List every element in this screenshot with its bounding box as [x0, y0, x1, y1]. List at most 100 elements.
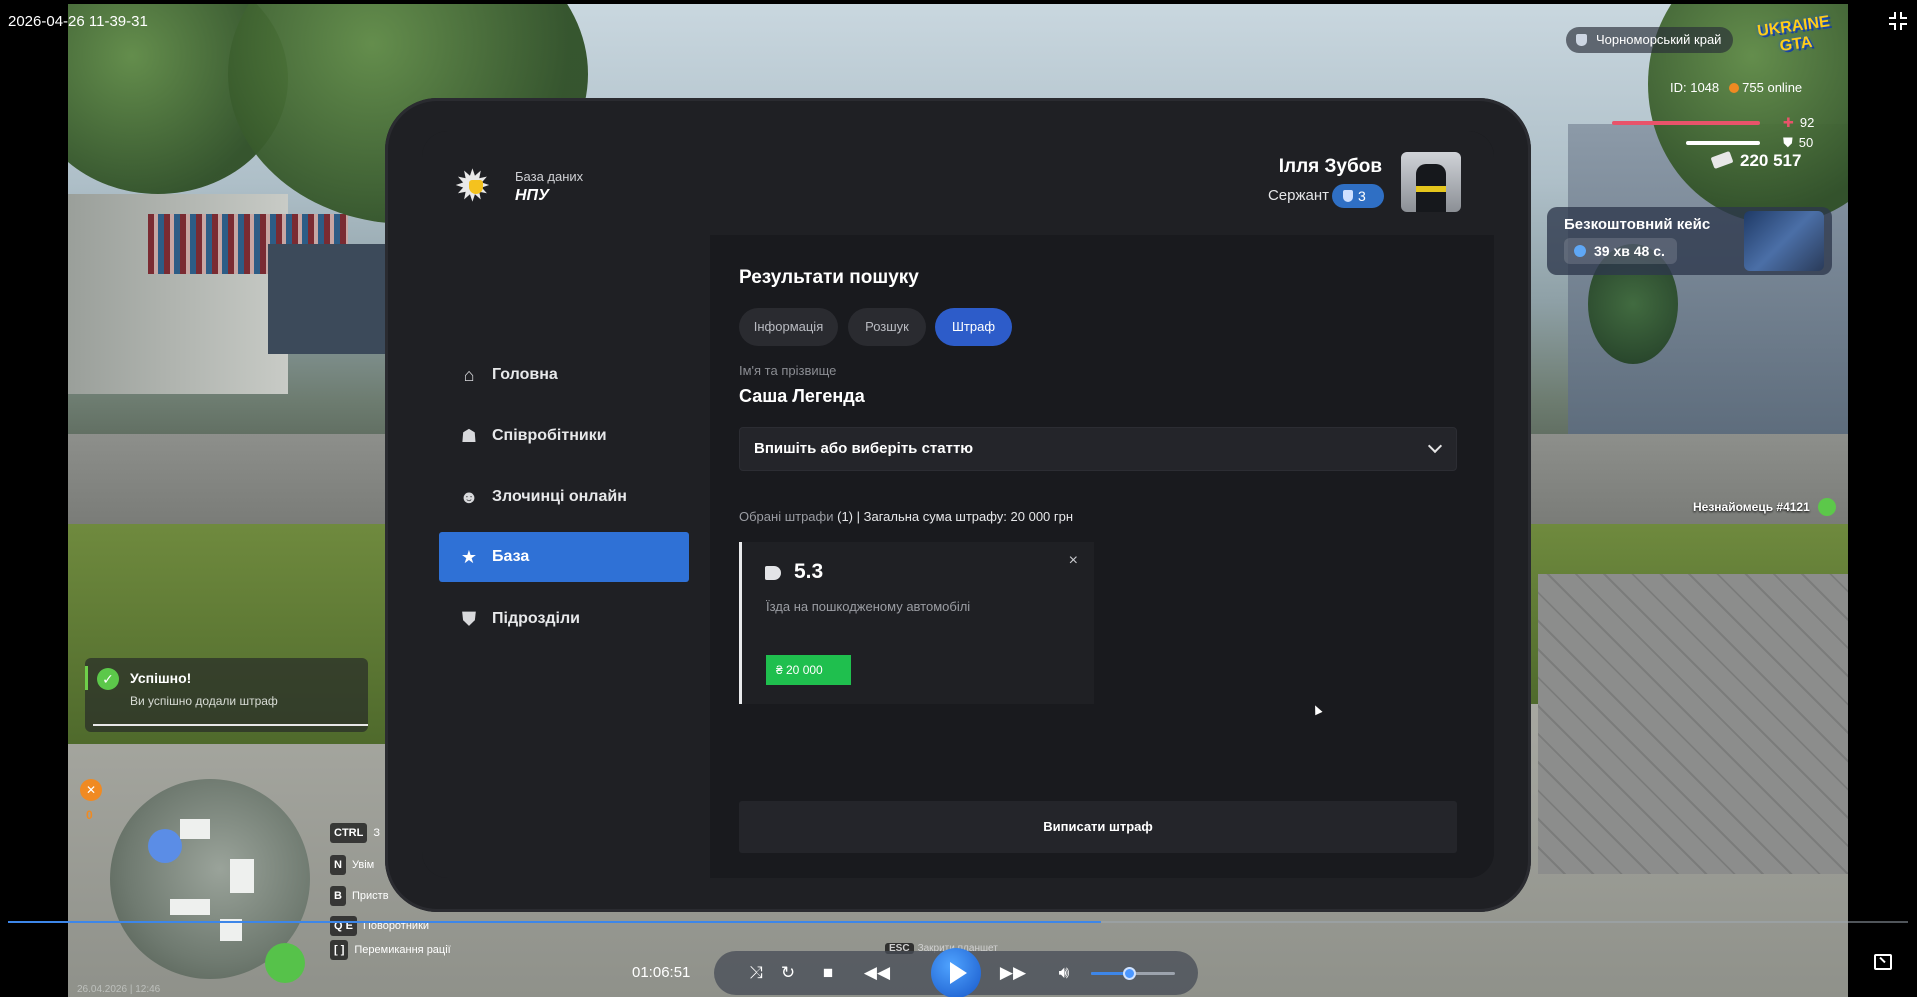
- fines-summary-prefix: Обрані штрафи: [739, 509, 834, 524]
- stop-icon[interactable]: ■: [814, 962, 842, 984]
- sidewalk: [1538, 574, 1848, 874]
- key-hint-text: Перемикання рації: [354, 944, 451, 956]
- user-header: Ілля Зубов Сержант 3: [710, 131, 1494, 235]
- tab-wanted[interactable]: Розшук: [848, 308, 926, 346]
- free-case-timer-text: 39 хв 48 с.: [1594, 243, 1665, 259]
- tab-information[interactable]: Інформація: [739, 308, 838, 346]
- user-name: Ілля Зубов: [1278, 156, 1382, 177]
- key-hint-text: Увім: [352, 859, 375, 871]
- sidebar: ✹ База даних НПУ ⌂Головна ☗Співробітники…: [422, 131, 710, 878]
- health-icon: ✚: [1783, 115, 1794, 130]
- article-select[interactable]: Впишіть або виберіть статтю: [739, 427, 1457, 471]
- tablet-screen: ✹ База даних НПУ ⌂Головна ☗Співробітники…: [422, 131, 1494, 878]
- nav-label: Співробітники: [492, 427, 607, 444]
- toast-stripe: [85, 666, 88, 690]
- nav-label: Злочинці онлайн: [492, 488, 627, 505]
- fine-card: 5.3 × Їзда на пошкодженому автомобілі ₴ …: [739, 542, 1094, 704]
- fine-amount: ₴ 20 000: [766, 655, 851, 685]
- toast-title: Успішно!: [130, 670, 192, 686]
- key-hint: CTRL З: [330, 823, 380, 843]
- coin-count: 0: [86, 808, 93, 822]
- main-content: Ілля Зубов Сержант 3 Результати пошуку І…: [710, 131, 1494, 878]
- key-label: [ ]: [330, 940, 349, 960]
- volume-icon[interactable]: 🔊︎: [1050, 962, 1078, 984]
- success-notification: ✓ Успішно! Ви успішно додали штраф: [85, 658, 368, 732]
- toast-progress: [93, 724, 368, 726]
- check-icon: ✓: [97, 668, 119, 690]
- chevron-down-icon: [1427, 438, 1443, 454]
- player-id: ID: 1048: [1670, 80, 1720, 95]
- key-hint: Q E Поворотники: [330, 916, 429, 936]
- fines-summary: Обрані штрафи (1) | Загальна сума штрафу…: [739, 509, 1073, 524]
- fast-forward-icon[interactable]: ▶▶: [996, 962, 1030, 984]
- key-label: B: [330, 886, 346, 906]
- armor-value: ⛊ 50: [1783, 135, 1813, 151]
- minimize-icon[interactable]: [1889, 12, 1907, 30]
- brand-line-2: НПУ: [515, 187, 549, 204]
- armor-number: 50: [1798, 135, 1814, 150]
- recording-timestamp: 2026-04-26 11-39-31: [8, 13, 148, 30]
- health-value: ✚ 92: [1783, 115, 1814, 131]
- toast-message: Ви успішно додали штраф: [130, 694, 278, 708]
- page-title: Результати пошуку: [739, 267, 919, 288]
- region-flag-icon: [1576, 34, 1587, 46]
- building-sign: [268, 244, 398, 354]
- play-button[interactable]: [931, 948, 981, 997]
- online-icon: [1729, 83, 1740, 93]
- nav-label: Підрозділи: [492, 610, 580, 627]
- volume-slider[interactable]: [1091, 967, 1175, 980]
- star-icon: ★: [460, 547, 478, 567]
- issue-fine-button[interactable]: Виписати штраф: [739, 801, 1457, 853]
- shuffle-icon[interactable]: ⤨: [742, 962, 770, 984]
- article-select-placeholder: Впишіть або виберіть статтю: [754, 440, 974, 457]
- tab-fine[interactable]: Штраф: [935, 308, 1012, 346]
- voice-chat-icon[interactable]: [265, 943, 305, 983]
- minimap-block: [230, 859, 254, 893]
- nav-item-units[interactable]: ⛊ Підрозділи: [439, 594, 689, 644]
- tag-icon: [765, 566, 781, 580]
- fine-article-code: 5.3: [794, 560, 824, 583]
- nav-item-criminals-online[interactable]: ☻ Злочинці онлайн: [439, 472, 689, 522]
- coin-icon: ✕: [80, 779, 102, 801]
- avatar: [1401, 152, 1461, 212]
- seek-bar[interactable]: [8, 921, 1908, 923]
- armor-icon: ⛊: [1783, 135, 1793, 150]
- key-hint-text: З: [373, 827, 380, 839]
- money-display: 220 517: [1710, 150, 1801, 171]
- users-icon: ☗: [460, 426, 478, 446]
- health-number: 92: [1799, 115, 1815, 130]
- minimap-block: [180, 819, 210, 839]
- nav-item-home[interactable]: ⌂ Головна: [439, 350, 689, 400]
- online-count: 755 online: [1742, 80, 1803, 95]
- armor-bar: [1686, 141, 1760, 145]
- brand-line-1: База даних: [515, 169, 584, 184]
- nav-label: Головна: [492, 366, 558, 383]
- key-label: Q E: [330, 916, 357, 936]
- minimap-water: [148, 829, 182, 863]
- fines-total: | Загальна сума штрафу: 20 000 грн: [856, 509, 1074, 524]
- close-icon[interactable]: ×: [1069, 552, 1078, 570]
- avatar-stripe: [1416, 186, 1446, 192]
- server-stats: ID: 1048 755 online: [1670, 80, 1802, 95]
- nav-label: База: [492, 548, 530, 565]
- rewind-icon[interactable]: ◀◀: [860, 962, 894, 984]
- nav-item-database[interactable]: ★ База: [439, 532, 689, 582]
- nav-item-employees[interactable]: ☗ Співробітники: [439, 411, 689, 461]
- key-hint: B Приств: [330, 886, 389, 906]
- minimap-block: [170, 899, 210, 915]
- fine-description: Їзда на пошкодженому автомобілі: [766, 599, 971, 614]
- nearby-player-name: Незнайомець #4121: [1693, 500, 1810, 514]
- volume-knob[interactable]: [1122, 967, 1136, 980]
- key-label: N: [330, 855, 346, 875]
- repeat-icon[interactable]: ↻: [774, 962, 802, 984]
- free-case-widget[interactable]: Безкоштовний кейс 39 хв 48 с.: [1547, 207, 1832, 275]
- fullscreen-icon[interactable]: [1874, 954, 1892, 970]
- name-label: Ім'я та прізвище: [739, 363, 837, 378]
- play-icon: [950, 962, 967, 984]
- home-icon: ⌂: [463, 365, 475, 385]
- nearby-player-label: Незнайомець #4121: [1693, 498, 1836, 516]
- key-hint-text: Приств: [352, 890, 389, 902]
- playback-time: 01:06:51: [632, 964, 691, 981]
- date-footer: 26.04.2026 | 12:46: [77, 984, 161, 995]
- emblem-icon: [469, 180, 483, 194]
